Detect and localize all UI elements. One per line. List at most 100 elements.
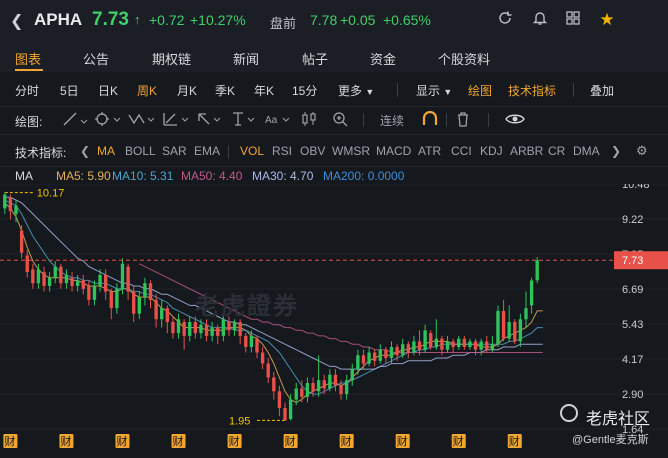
period-15min[interactable]: 15分	[292, 82, 317, 99]
ma-legend: MA MA5: 5.90 MA10: 5.31 MA50: 4.40 MA30:…	[0, 166, 668, 184]
line-tool-icon[interactable]	[62, 111, 88, 130]
text-tool-icon[interactable]: Aa	[265, 111, 293, 130]
fib-tool-icon[interactable]	[162, 111, 190, 130]
candle-body	[412, 341, 416, 353]
period-monthly[interactable]: 月K	[177, 82, 197, 99]
tech-indicator-toggle[interactable]: 技术指标	[508, 82, 556, 99]
brand-name: 老虎社区	[586, 411, 651, 428]
indicator-wmsr[interactable]: WMSR	[332, 144, 370, 158]
arrow-tool-icon[interactable]	[196, 111, 224, 130]
overlay-button[interactable]: 叠加	[590, 82, 614, 99]
brand-logo-icon	[560, 404, 578, 422]
star-icon[interactable]: ★	[597, 10, 617, 30]
indicator-sar[interactable]: SAR	[162, 144, 187, 158]
indicator-cci[interactable]: CCI	[451, 144, 472, 158]
indicator-ema[interactable]: EMA	[194, 144, 220, 158]
period-more-label: 更多	[338, 84, 363, 98]
candle-body	[395, 346, 399, 356]
draw-toggle[interactable]: 绘图	[468, 82, 492, 99]
indicator-ma[interactable]: MA	[97, 144, 115, 158]
chevron-left-icon[interactable]: ❮	[80, 144, 90, 158]
candle-body	[361, 355, 366, 364]
y-tick-label: 6.69	[622, 284, 643, 296]
zoom-icon[interactable]	[332, 111, 350, 130]
candle-body	[227, 322, 231, 331]
pattern-tool-icon[interactable]	[128, 111, 156, 130]
candle-body	[311, 382, 315, 392]
tab-options-chain[interactable]: 期权链	[152, 49, 191, 68]
grid-icon[interactable]	[563, 10, 583, 30]
premarket-price: 7.78	[310, 12, 338, 28]
candle-body	[300, 388, 304, 397]
shape-tool-icon[interactable]	[94, 111, 122, 130]
active-tab-indicator	[15, 69, 43, 71]
tab-funds[interactable]: 资金	[370, 49, 396, 68]
divider	[446, 113, 447, 127]
price-change-pct: +10.27%	[190, 12, 246, 28]
candle-body	[384, 349, 388, 359]
candle-body	[98, 274, 102, 286]
trash-icon[interactable]	[455, 111, 471, 130]
back-arrow-icon[interactable]: ❮	[10, 11, 23, 31]
tab-posts[interactable]: 帖子	[302, 49, 328, 68]
tab-chart[interactable]: 图表	[15, 49, 41, 68]
period-weekly[interactable]: 周K	[137, 82, 157, 99]
candle-body	[143, 283, 147, 298]
indicator-vol[interactable]: VOL	[240, 144, 264, 158]
period-yearly[interactable]: 年K	[254, 82, 274, 99]
indicator-kdj[interactable]: KDJ	[480, 144, 503, 158]
refresh-icon[interactable]	[495, 10, 515, 30]
candle-body	[490, 344, 495, 350]
indicator-atr[interactable]: ATR	[418, 144, 441, 158]
indicator-macd[interactable]: MACD	[376, 144, 411, 158]
ma30-value: MA30: 4.70	[252, 169, 314, 183]
candle-body	[350, 369, 354, 381]
candle-body	[322, 380, 326, 389]
drawbar-label: 绘图:	[15, 115, 43, 129]
candle-body	[305, 382, 310, 397]
visibility-eye-icon[interactable]	[505, 111, 525, 130]
indicator-cr[interactable]: CR	[548, 144, 565, 158]
candle-body	[356, 355, 360, 370]
display-menu[interactable]: 显示 ▼	[416, 82, 452, 99]
y-tick-label: 5.43	[622, 319, 643, 331]
main-tabs: 图表 公告 期权链 新闻 帖子 资金 个股资料	[0, 42, 668, 72]
candle-body	[277, 391, 282, 408]
period-more[interactable]: 更多 ▼	[338, 82, 374, 99]
period-quarterly[interactable]: 季K	[215, 82, 235, 99]
indicator-boll[interactable]: BOLL	[125, 144, 156, 158]
indicator-arbr[interactable]: ARBR	[510, 144, 543, 158]
candle-body	[445, 341, 450, 350]
earnings-marker-label: 财	[229, 434, 240, 448]
candle-body	[120, 263, 125, 289]
indicator-obv[interactable]: OBV	[300, 144, 325, 158]
candle-body	[19, 230, 24, 253]
period-intraday[interactable]: 分时	[15, 82, 39, 99]
indicator-dma[interactable]: DMA	[573, 144, 600, 158]
low-price-label: 1.95	[229, 415, 250, 427]
indicator-rsi[interactable]: RSI	[272, 144, 292, 158]
candle-body	[462, 338, 467, 347]
period-5day[interactable]: 5日	[60, 82, 79, 99]
candle-body	[406, 344, 410, 353]
candle-body	[496, 310, 500, 345]
candle-body	[535, 260, 539, 281]
candle-body	[367, 352, 371, 364]
period-bar: 分时 5日 日K 周K 月K 季K 年K 15分 更多 ▼ 显示 ▼ 绘图 技术…	[0, 72, 668, 107]
measure-tool-icon[interactable]	[230, 111, 258, 130]
candle-body	[288, 399, 293, 420]
candle-body	[316, 380, 321, 392]
candle-tool-icon[interactable]	[300, 111, 318, 130]
tab-profile[interactable]: 个股资料	[438, 49, 490, 68]
period-daily[interactable]: 日K	[98, 82, 118, 99]
settings-gear-icon[interactable]: ⚙	[636, 143, 648, 159]
tab-news[interactable]: 新闻	[233, 49, 259, 68]
tab-announcements[interactable]: 公告	[83, 49, 109, 68]
magnet-icon[interactable]	[421, 110, 439, 130]
y-tick-label: 4.17	[622, 354, 643, 366]
continuous-toggle[interactable]: 连续	[380, 112, 404, 129]
bell-icon[interactable]	[530, 10, 550, 30]
candle-body	[451, 341, 455, 347]
chevron-right-icon[interactable]: ❯	[611, 144, 621, 158]
candle-body	[188, 322, 192, 336]
